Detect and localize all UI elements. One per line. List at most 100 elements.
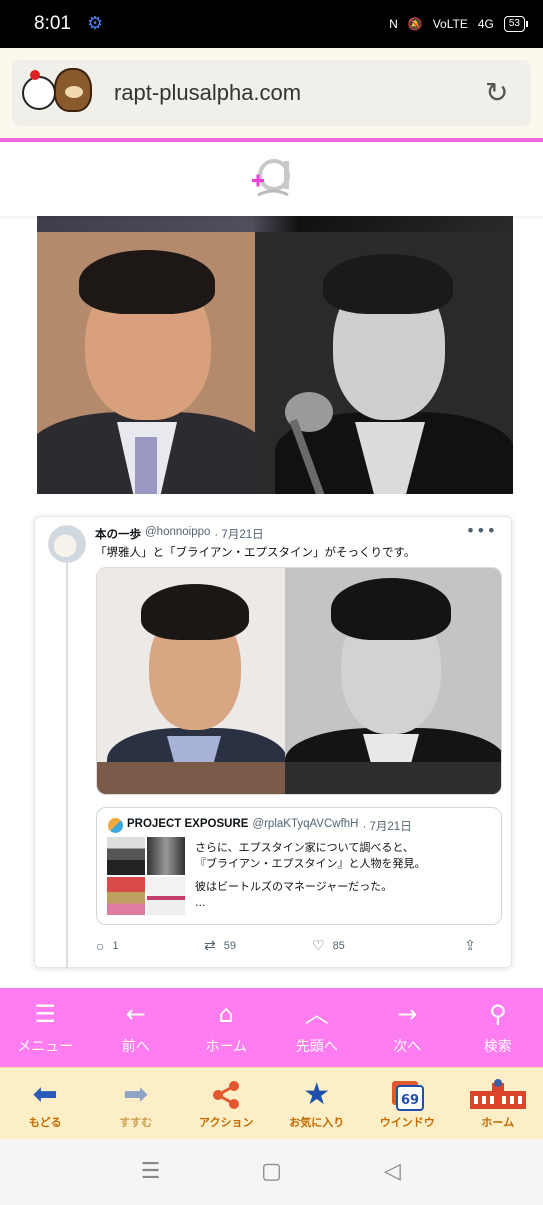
search-icon: ⚲	[488, 999, 507, 1028]
arrow-left-icon: ←	[125, 999, 146, 1028]
embedded-tweet[interactable]: 本の一歩 @honnoippo · 7月21日 ••• 「堺雅人」と「ブライアン…	[34, 516, 512, 969]
quote-avatar-icon	[108, 818, 123, 833]
nfc-icon: N	[389, 17, 398, 31]
quote-thumb	[147, 837, 185, 875]
nav-top[interactable]: ︿ 先頭へ	[272, 988, 363, 1067]
reload-icon[interactable]: ↻	[485, 79, 513, 107]
menu-icon: ☰	[34, 999, 56, 1028]
tweet-date[interactable]: · 7月21日	[214, 526, 263, 542]
quote-text: さらに、エプスタイン家について調べると、 『ブライアン・エプスタイン』と人物を発…	[195, 840, 426, 910]
retweet-icon[interactable]: ⇄	[204, 937, 216, 954]
address-bar[interactable]: rapt-plusalpha.com ↻	[12, 60, 531, 126]
tool-window[interactable]: 69 ウインドウ	[362, 1068, 453, 1139]
quote-thumb	[107, 837, 145, 875]
quote-thumb	[147, 877, 185, 915]
chevron-up-icon: ︿	[304, 999, 329, 1028]
browser-toolbar: rapt-plusalpha.com ↻	[0, 48, 543, 140]
tool-label: アクション	[199, 1115, 254, 1129]
mute-icon: 🔕	[407, 17, 423, 31]
comparison-image	[37, 232, 513, 494]
volte-icon: VoLTE	[432, 17, 468, 31]
reply-icon[interactable]: ○	[96, 938, 104, 954]
home-icon: ⌂	[218, 999, 234, 1028]
quote-thumb	[107, 877, 145, 915]
settings-gear-icon: ⚙	[86, 13, 104, 34]
system-nav-bar: ☰ ▢ ◁	[0, 1139, 543, 1205]
like-count: 85	[332, 939, 345, 952]
article-area: 本の一歩 @honnoippo · 7月21日 ••• 「堺雅人」と「ブライアン…	[16, 216, 527, 988]
tweet-author-handle[interactable]: @honnoippo	[145, 526, 210, 542]
thread-line	[66, 563, 68, 969]
tweet-avatar[interactable]	[48, 525, 86, 563]
tweet-text: 「堺雅人」と「ブライアン・エプスタイン」がそっくりです。	[95, 545, 416, 559]
heart-icon[interactable]: ♡	[312, 937, 325, 954]
retweet-count: 59	[223, 939, 236, 952]
article-body: 本の一歩 @honnoippo · 7月21日 ••• 「堺雅人」と「ブライアン…	[16, 216, 527, 988]
window-count: 69	[401, 1093, 419, 1108]
tweet-header: 本の一歩 @honnoippo · 7月21日	[95, 526, 264, 542]
url-text[interactable]: rapt-plusalpha.com	[114, 80, 301, 106]
like-action[interactable]: ♡ 85	[312, 937, 420, 954]
share-icon[interactable]: ⇪	[464, 937, 476, 954]
arrow-right-icon: →	[397, 999, 418, 1028]
quote-line: 『ブライアン・エプスタイン』と人物を発見。	[195, 856, 426, 870]
share-icon	[210, 1078, 242, 1112]
nav-search[interactable]: ⚲ 検索	[453, 988, 543, 1067]
recent-apps-icon[interactable]: ☰	[139, 1160, 163, 1184]
nav-label: 前へ	[121, 1038, 150, 1055]
star-icon: ★	[303, 1077, 331, 1112]
tool-home[interactable]: ホーム	[453, 1068, 543, 1139]
nav-label: 検索	[483, 1038, 512, 1055]
status-indicators: N 🔕 VoLTE 4G 53	[389, 16, 529, 32]
quote-line: 彼はビートルズのマネージャーだった。	[195, 880, 393, 893]
site-logo-icon[interactable]	[248, 153, 296, 205]
nav-label: ホーム	[205, 1038, 248, 1055]
reply-action[interactable]: ○ 1	[96, 937, 204, 954]
nav-home[interactable]: ⌂ ホーム	[181, 988, 272, 1067]
tool-back[interactable]: ⬅ もどる	[0, 1068, 91, 1139]
station-icon	[468, 1078, 528, 1112]
quote-thumbnails[interactable]	[107, 837, 185, 915]
more-options-icon[interactable]: •••	[466, 521, 497, 540]
nav-prev[interactable]: ← 前へ	[91, 988, 182, 1067]
nav-label: 次へ	[393, 1038, 422, 1055]
nav-label: メニュー	[17, 1038, 74, 1055]
nav-label: 先頭へ	[295, 1038, 338, 1055]
tool-label: すすむ	[119, 1115, 153, 1129]
nav-menu[interactable]: ☰ メニュー	[0, 988, 91, 1067]
back-button-icon[interactable]: ◁	[381, 1160, 405, 1184]
media-photo-right	[285, 568, 501, 794]
retweet-action[interactable]: ⇄ 59	[204, 937, 312, 954]
tweet-actions: ○ 1 ⇄ 59 ♡ 85 ⇪	[96, 937, 476, 954]
tool-label: ホーム	[481, 1115, 515, 1129]
tool-label: お気に入り	[289, 1115, 345, 1129]
quote-date[interactable]: · 7月21日	[362, 818, 411, 834]
quote-header: PROJECT EXPOSURE @rplaKTyqAVCwfhH · 7月21…	[127, 818, 412, 834]
home-button-icon[interactable]: ▢	[260, 1160, 284, 1184]
site-mascot-icon	[20, 68, 92, 118]
quote-line: さらに、エプスタイン家について調べると、	[195, 841, 414, 854]
window-icon: 69	[390, 1078, 425, 1112]
tweet-author-name[interactable]: 本の一歩	[95, 526, 141, 542]
reply-count: 1	[112, 939, 119, 952]
photo-left	[37, 232, 255, 494]
photo-right	[255, 232, 513, 494]
site-nav-bar: ☰ メニュー ← 前へ ⌂ ホーム ︿ 先頭へ → 次へ ⚲ 検索	[0, 988, 543, 1067]
tool-forward[interactable]: ➡ すすむ	[91, 1068, 182, 1139]
tweet-media[interactable]	[96, 567, 502, 795]
status-time: 8:01	[34, 13, 71, 34]
previous-image-crop	[37, 216, 513, 232]
quoted-tweet[interactable]: PROJECT EXPOSURE @rplaKTyqAVCwfhH · 7月21…	[96, 807, 502, 925]
signal-icon: 4G	[477, 17, 494, 31]
back-arrow-icon: ⬅	[32, 1077, 58, 1112]
tool-label: もどる	[28, 1115, 62, 1129]
quote-author-name[interactable]: PROJECT EXPOSURE	[127, 818, 248, 834]
nav-next[interactable]: → 次へ	[362, 988, 453, 1067]
battery-icon: 53	[503, 16, 529, 32]
site-header	[0, 142, 543, 216]
tool-action[interactable]: アクション	[181, 1068, 272, 1139]
tool-favorites[interactable]: ★ お気に入り	[272, 1068, 363, 1139]
status-bar: 8:01 ⚙ N 🔕 VoLTE 4G 53	[0, 0, 543, 48]
quote-author-handle[interactable]: @rplaKTyqAVCwfhH	[252, 818, 358, 834]
forward-arrow-icon: ➡	[123, 1077, 149, 1112]
